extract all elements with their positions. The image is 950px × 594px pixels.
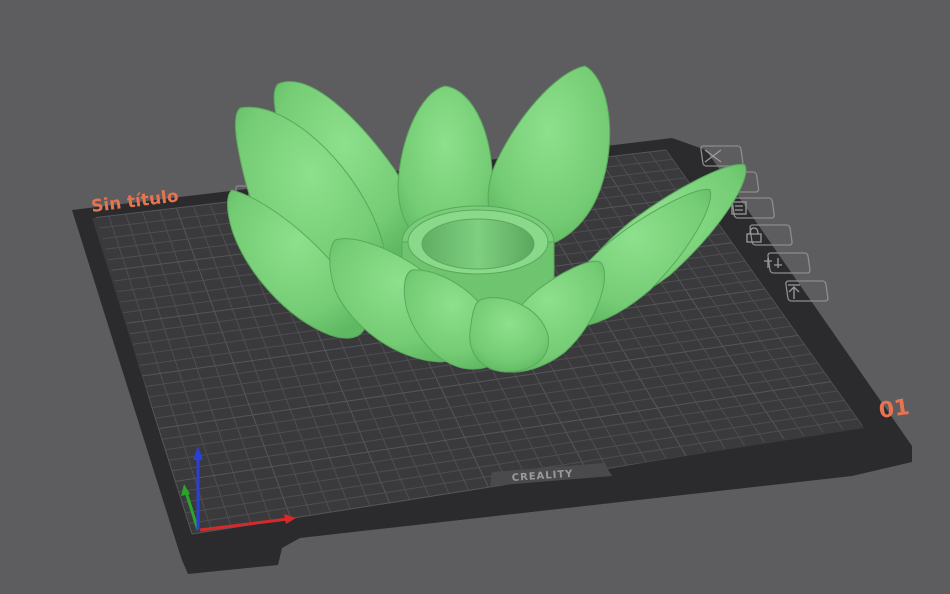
3d-viewport[interactable]: CREALITY Sin título 01	[0, 0, 950, 594]
scene-canvas[interactable]: CREALITY Sin título 01	[0, 0, 950, 594]
plate-number-label: 01	[877, 395, 911, 424]
center-cup-hole	[421, 218, 535, 270]
